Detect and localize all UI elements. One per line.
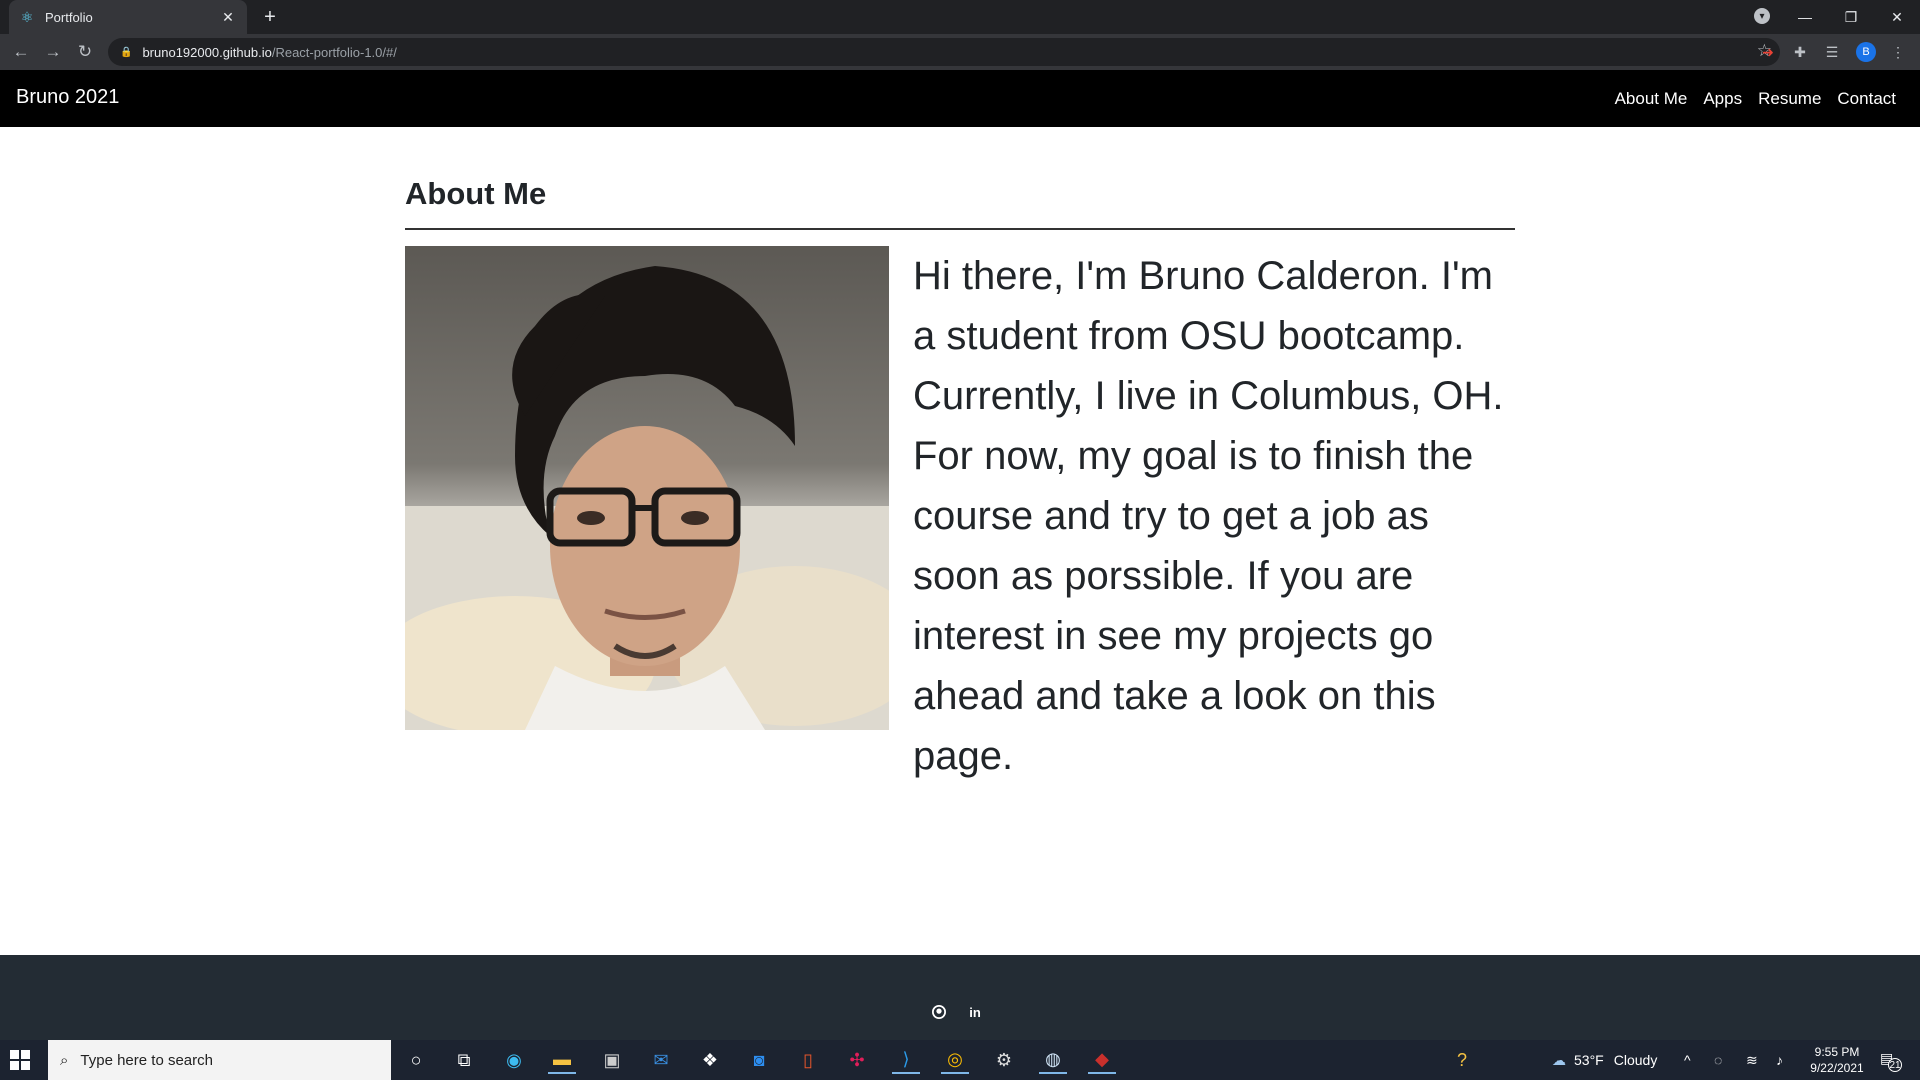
new-tab-button[interactable]: +	[258, 5, 282, 29]
vscode-icon[interactable]: ⟩	[892, 1046, 920, 1074]
back-icon[interactable]: ←	[9, 40, 33, 64]
file-explorer-icon[interactable]: ▬	[548, 1046, 576, 1074]
restore-icon[interactable]: ❐	[1828, 0, 1874, 34]
task-view-icon[interactable]: ⧉	[450, 1046, 478, 1074]
reading-list-icon[interactable]: ☰	[1822, 42, 1842, 62]
linkedin-icon[interactable]: in	[966, 1003, 984, 1021]
help-icon[interactable]: ?	[1448, 1046, 1476, 1074]
site-footer: in	[0, 955, 1920, 1040]
weather-temp: 53°F	[1574, 1052, 1604, 1068]
social-links: in	[930, 1003, 984, 1021]
taskbar-search-placeholder: Type here to search	[80, 1051, 213, 1069]
dropbox-icon[interactable]: ❖	[696, 1046, 724, 1074]
window-close-icon[interactable]: ✕	[1874, 0, 1920, 34]
app-icon[interactable]: ◙	[745, 1046, 773, 1074]
volume-icon[interactable]: ♪	[1776, 1040, 1783, 1080]
settings-gear-icon[interactable]: ⚙	[990, 1046, 1018, 1074]
reload-icon[interactable]: ↻	[73, 40, 97, 64]
nav-link-resume[interactable]: Resume	[1758, 89, 1821, 109]
browser-tab[interactable]: ⚛ Portfolio ✕	[9, 0, 247, 34]
show-hidden-icons-chevron-icon[interactable]: ^	[1684, 1040, 1691, 1080]
lock-icon: 🔒	[120, 46, 133, 58]
clock-date: 9/22/2021	[1810, 1061, 1864, 1075]
url-path: /React-portfolio-1.0/#/	[271, 44, 397, 60]
extension-icon[interactable]: ➜	[1758, 42, 1778, 62]
store-icon[interactable]: ▣	[598, 1046, 626, 1074]
taskbar-search[interactable]: ⌕ Type here to search	[48, 1040, 391, 1080]
site-brand[interactable]: Bruno 2021	[16, 86, 119, 109]
clock-time: 9:55 PM	[1814, 1045, 1860, 1059]
forward-icon[interactable]: →	[41, 40, 65, 64]
section-divider	[405, 228, 1515, 230]
onedrive-icon[interactable]: ◌	[1714, 1040, 1722, 1080]
cortana-icon[interactable]: ○	[402, 1046, 430, 1074]
tab-title: Portfolio	[45, 9, 93, 25]
chrome-icon[interactable]: ◎	[941, 1046, 969, 1074]
site-navbar: Bruno 2021 About Me Apps Resume Contact	[0, 70, 1920, 127]
tab-search-icon[interactable]: ▾	[1754, 8, 1770, 24]
windows-taskbar: ⌕ Type here to search ○ ⧉ ◉ ▬ ▣ ✉ ❖ ◙ ▯ …	[0, 1040, 1920, 1080]
chrome-menu-icon[interactable]: ⋮	[1888, 42, 1908, 62]
nav-link-contact[interactable]: Contact	[1837, 89, 1896, 109]
extensions-icon[interactable]: ✚	[1790, 42, 1810, 62]
react-favicon-icon: ⚛	[20, 8, 34, 25]
github-icon[interactable]	[930, 1003, 948, 1021]
bio-text: Hi there, I'm Bruno Calderon. I'm a stud…	[913, 254, 1504, 778]
profile-avatar[interactable]: B	[1856, 42, 1876, 62]
nav-link-apps[interactable]: Apps	[1703, 89, 1742, 109]
dota-icon[interactable]: ◆	[1088, 1046, 1116, 1074]
windows-start-icon[interactable]	[10, 1050, 30, 1070]
edge-icon[interactable]: ◉	[500, 1046, 528, 1074]
url-host: bruno192000.github.io	[142, 44, 272, 60]
steam-icon[interactable]: ◍	[1039, 1046, 1067, 1074]
nav-link-about-me[interactable]: About Me	[1615, 89, 1688, 109]
minimize-icon[interactable]: —	[1782, 0, 1828, 34]
taskbar-clock[interactable]: 9:55 PM 9/22/2021	[1808, 1044, 1866, 1076]
search-icon: ⌕	[60, 1051, 69, 1069]
cloud-icon: ☁	[1552, 1051, 1566, 1068]
wifi-icon[interactable]: ≋	[1746, 1040, 1758, 1080]
address-bar[interactable]: 🔒 bruno192000.github.io /React-portfolio…	[108, 38, 1780, 66]
mail-icon[interactable]: ✉	[647, 1046, 675, 1074]
browser-toolbar: ← → ↻ 🔒 bruno192000.github.io /React-por…	[0, 34, 1920, 70]
browser-tab-strip: ⚛ Portfolio ✕ + ▾ — ❐ ✕	[0, 0, 1920, 34]
nav-links: About Me Apps Resume Contact	[1615, 89, 1896, 109]
weather-widget[interactable]: ☁ 53°F Cloudy	[1552, 1040, 1657, 1080]
close-tab-icon[interactable]: ✕	[219, 9, 237, 26]
slack-icon[interactable]: ✣	[843, 1046, 871, 1074]
section-title: About Me	[405, 176, 547, 211]
notification-count-badge: 21	[1888, 1058, 1902, 1072]
office-icon[interactable]: ▯	[794, 1046, 822, 1074]
weather-text: Cloudy	[1613, 1052, 1658, 1068]
profile-photo	[405, 246, 889, 730]
